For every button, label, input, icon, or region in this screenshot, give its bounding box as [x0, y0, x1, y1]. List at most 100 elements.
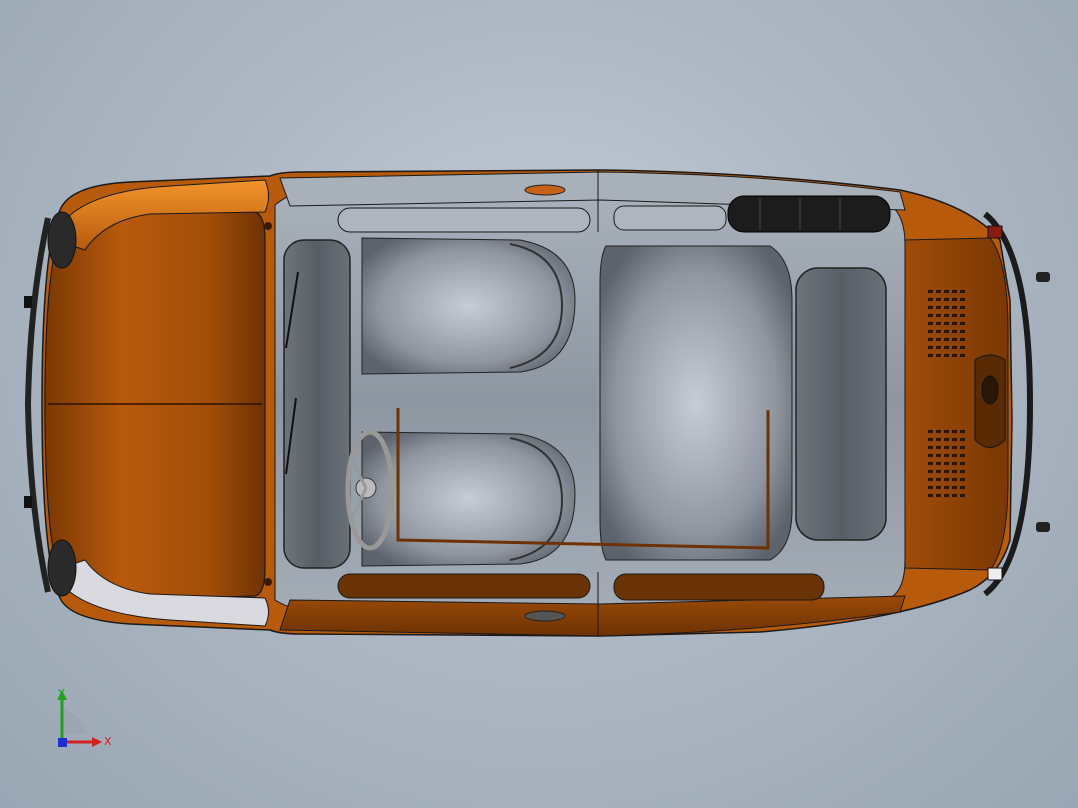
rear-handle[interactable]	[981, 375, 999, 405]
left-headlight[interactable]	[47, 211, 77, 269]
engine-vent-slot	[928, 494, 933, 497]
engine-vent-slot	[944, 354, 949, 357]
left-door-handle[interactable]	[524, 184, 566, 196]
spare-tire[interactable]	[727, 195, 891, 233]
engine-vent-slot	[928, 330, 933, 333]
engine-vent-slot	[936, 346, 941, 349]
engine-vent-slot	[944, 306, 949, 309]
engine-vent-slot	[952, 330, 957, 333]
right-front-window-frame[interactable]	[337, 573, 591, 599]
front-hinge-bolt-right	[264, 578, 272, 586]
engine-vent-slot	[960, 438, 965, 441]
triad-xy-plane	[62, 708, 88, 734]
engine-vent-slot	[952, 354, 957, 357]
engine-vent-slot	[944, 494, 949, 497]
left-front-window-frame[interactable]	[337, 207, 591, 233]
engine-vent-slot	[936, 306, 941, 309]
engine-vent-slot	[944, 470, 949, 473]
triad-z-origin	[58, 738, 67, 747]
engine-vent-slot	[936, 354, 941, 357]
engine-vent-slot	[960, 298, 965, 301]
engine-vent-slot	[944, 438, 949, 441]
engine-vent-slot	[952, 346, 957, 349]
engine-vent-slot	[944, 298, 949, 301]
engine-vent-slot	[928, 322, 933, 325]
engine-vent-slot	[936, 314, 941, 317]
left-rear-window-frame[interactable]	[613, 205, 727, 231]
engine-vent-slot	[952, 486, 957, 489]
engine-vent-slot	[928, 446, 933, 449]
engine-vent-slot	[952, 298, 957, 301]
engine-vent-slot	[952, 478, 957, 481]
front-bumper-guard-left	[24, 296, 32, 308]
engine-vent-slot	[960, 314, 965, 317]
engine-vent-slot	[936, 486, 941, 489]
engine-vent-slot	[936, 438, 941, 441]
engine-vent-slot	[960, 338, 965, 341]
engine-vent-slot	[952, 430, 957, 433]
engine-vent-slot	[960, 430, 965, 433]
front-hinge-bolt-left	[264, 222, 272, 230]
car-model-top-view[interactable]	[0, 0, 1078, 808]
engine-vent-slot	[952, 454, 957, 457]
windshield[interactable]	[283, 239, 351, 569]
right-rear-window-frame[interactable]	[613, 573, 825, 601]
engine-vent-slot	[936, 454, 941, 457]
engine-vent-slot	[952, 446, 957, 449]
engine-vent-slot	[944, 322, 949, 325]
engine-vent-slot	[944, 486, 949, 489]
engine-vent-slot	[928, 470, 933, 473]
engine-vent-slot	[936, 290, 941, 293]
triad-y-label: Y	[58, 687, 65, 700]
engine-vent-slot	[936, 494, 941, 497]
engine-vent-slot	[960, 486, 965, 489]
engine-vent-slot	[944, 346, 949, 349]
engine-vent-slot	[936, 322, 941, 325]
engine-vent-slot	[928, 438, 933, 441]
front-bumper-guard-right	[24, 496, 32, 508]
engine-vent-slot	[960, 346, 965, 349]
engine-vent-slot	[928, 454, 933, 457]
triad-x-arrow	[92, 737, 102, 747]
engine-vent-slot	[952, 438, 957, 441]
engine-vent-slot	[936, 470, 941, 473]
engine-vent-slot	[944, 290, 949, 293]
engine-vent-slot	[936, 462, 941, 465]
engine-vent-slot	[944, 338, 949, 341]
engine-vent-slot	[960, 494, 965, 497]
rear-window[interactable]	[795, 267, 887, 541]
engine-vent-slot	[936, 338, 941, 341]
engine-vent-slot	[928, 486, 933, 489]
engine-vent-slot	[928, 306, 933, 309]
engine-vent-slot	[960, 354, 965, 357]
engine-vent-slot	[952, 338, 957, 341]
engine-vent-slot	[960, 478, 965, 481]
engine-vent-slot	[944, 330, 949, 333]
engine-vent-slot	[944, 454, 949, 457]
engine-vent-slot	[960, 322, 965, 325]
engine-vent-slot	[952, 290, 957, 293]
engine-vent-slot	[936, 446, 941, 449]
right-door-handle[interactable]	[524, 610, 566, 622]
coordinate-triad: Y X	[48, 686, 118, 752]
engine-vent-slot	[960, 454, 965, 457]
engine-vent-slot	[952, 462, 957, 465]
engine-vent-slot	[928, 478, 933, 481]
engine-vent-slot	[960, 290, 965, 293]
rear-bench-seat[interactable]	[599, 245, 793, 561]
rear-bumper-guard-top	[1036, 272, 1050, 282]
front-seat-left[interactable]	[361, 237, 576, 375]
engine-vent-slot	[928, 290, 933, 293]
rear-taillight-right	[987, 567, 1003, 581]
engine-vent-slot	[952, 494, 957, 497]
triad-x-label: X	[104, 735, 112, 748]
right-headlight[interactable]	[47, 539, 77, 597]
engine-vent-slot	[944, 462, 949, 465]
engine-vent-slot	[928, 430, 933, 433]
graphics-viewport[interactable]: Y X	[0, 0, 1078, 808]
engine-vent-slot	[944, 314, 949, 317]
engine-vent-slot	[928, 346, 933, 349]
rear-taillight-left	[987, 225, 1003, 239]
engine-vent-slot	[928, 354, 933, 357]
engine-vent-slot	[960, 330, 965, 333]
